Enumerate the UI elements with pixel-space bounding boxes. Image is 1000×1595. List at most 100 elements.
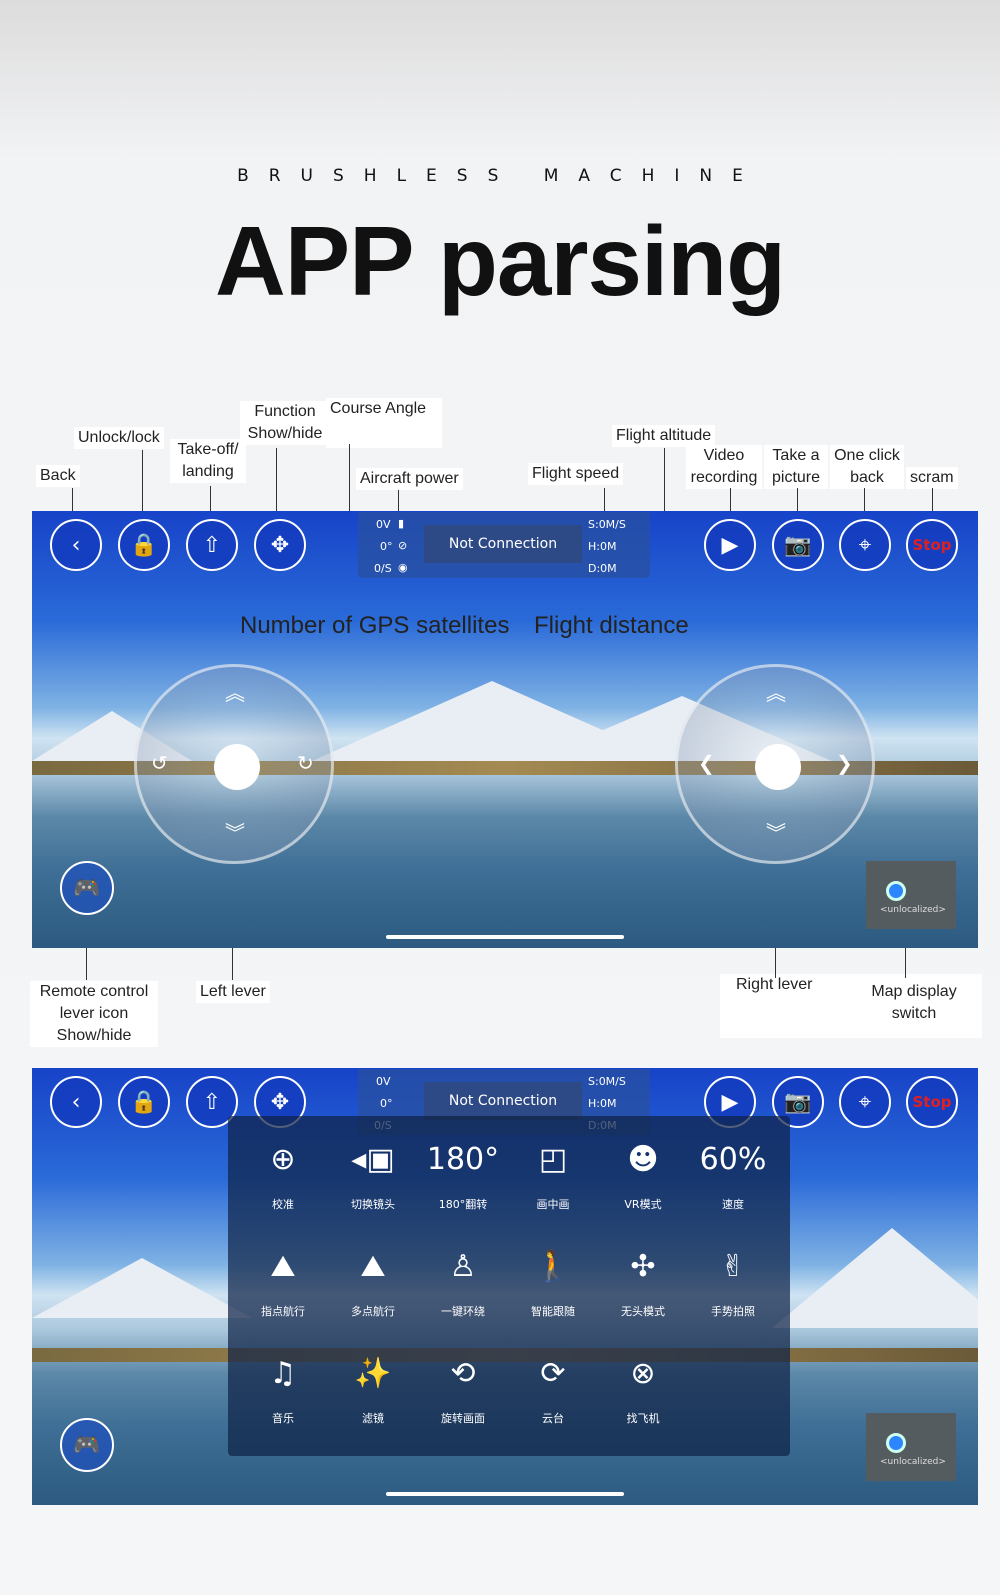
joystick-knob[interactable] — [214, 744, 260, 790]
rotate-screen-icon: ⟲ — [450, 1356, 476, 1391]
filter-icon: ✨ — [354, 1356, 392, 1391]
joystick-knob[interactable] — [755, 744, 801, 790]
speed-value: S:0M/S — [588, 518, 626, 531]
label-oneclick: One click back — [830, 445, 904, 489]
menu-item-waypoint[interactable]: ⛰ 指点航行 — [238, 1245, 328, 1319]
menu-item-label: 音乐 — [272, 1412, 294, 1425]
left-joystick[interactable]: ︽ ↺ ↻ ︾ — [134, 664, 334, 864]
takeoff-landing-button[interactable]: ⇧ — [186, 519, 238, 571]
menu-item-gesture[interactable]: ✌ 手势拍照 — [688, 1245, 778, 1319]
lock-button[interactable]: 🔒 — [118, 519, 170, 571]
rotate-left-icon: ↺ — [151, 751, 168, 775]
remote-lever-toggle-button[interactable]: 🎮 — [60, 861, 114, 915]
lock-icon: 🔒 — [130, 532, 158, 558]
subtitle: BRUSHLESS MACHINE — [237, 166, 763, 186]
distance-value: D:0M — [588, 562, 617, 575]
function-toggle-button[interactable]: ✥ — [254, 519, 306, 571]
menu-item-label: 180°翻转 — [438, 1198, 488, 1211]
menu-item-vr-mode[interactable]: ☻ VR模式 — [598, 1138, 688, 1212]
gamepad-icon: 🎮 — [73, 1432, 101, 1458]
menu-item-flip-180[interactable]: 180° 180°翻转 — [418, 1138, 508, 1212]
label-back: Back — [36, 465, 80, 487]
return-home-button[interactable]: ⌖ — [839, 519, 891, 571]
remote-lever-toggle-button[interactable]: 🎮 — [60, 1418, 114, 1472]
mountain — [32, 1258, 252, 1318]
video-camera-icon: ▶ — [721, 1089, 739, 1115]
app-screen-menu: ‹ 🔒 ⇧ ✥ 0V 0° 0/S Not Connection S:0M/S … — [32, 1068, 978, 1505]
back-button[interactable]: ‹ — [50, 519, 102, 571]
chevron-down-icon: ︾ — [225, 821, 245, 845]
label-distance: Flight distance — [534, 612, 689, 639]
connection-status: Not Connection — [424, 1082, 582, 1120]
app-screen-main: ‹ 🔒 ⇧ ✥ 0V ▮ 0° ⊘ 0/S ◉ Not Connection S:0M… — [32, 511, 978, 948]
menu-item-headless[interactable]: ✣ 无头模式 — [598, 1245, 688, 1319]
menu-item-label: 滤镜 — [362, 1412, 384, 1425]
lock-button[interactable]: 🔒 — [118, 1076, 170, 1128]
map-display-switch[interactable]: <unlocalized> — [866, 1413, 956, 1481]
menu-item-rotate-screen[interactable]: ⟲ 旋转画面 — [418, 1352, 508, 1426]
headless-icon: ✣ — [630, 1249, 656, 1284]
chevron-right-icon: ❯ — [836, 751, 853, 775]
label-left-lever: Left lever — [196, 981, 270, 1003]
height-value: H:0M — [588, 540, 617, 553]
emergency-stop-button[interactable]: Stop — [906, 519, 958, 571]
chevron-up-icon: ︽ — [766, 681, 786, 705]
menu-item-orbit[interactable]: ♙ 一键环绕 — [418, 1245, 508, 1319]
menu-item-label: 速度 — [722, 1198, 744, 1211]
chevron-up-icon: ︽ — [225, 681, 245, 705]
menu-item-find-drone[interactable]: ⊗ 找飞机 — [598, 1352, 688, 1426]
menu-item-label: 手势拍照 — [711, 1305, 755, 1318]
battery-icon: ▮ — [398, 517, 405, 530]
menu-item-switch-camera[interactable]: ◂▣ 切换镜头 — [328, 1138, 418, 1212]
menu-item-label: 画中画 — [536, 1198, 570, 1211]
label-function: Function Show/hide — [240, 401, 330, 445]
picture-in-picture-icon: ◰ — [538, 1142, 568, 1177]
label-picture: Take a picture — [764, 445, 828, 489]
menu-item-follow[interactable]: 🚶 智能跟随 — [508, 1245, 598, 1319]
calibrate-icon: ⊕ — [270, 1142, 296, 1177]
satellite-icon: ◉ — [398, 561, 408, 574]
back-button[interactable]: ‹ — [50, 1076, 102, 1128]
menu-item-multi-waypoint[interactable]: ⛰ 多点航行 — [328, 1245, 418, 1319]
takeoff-icon: ⇧ — [202, 532, 222, 558]
home-indicator — [386, 1492, 624, 1496]
waypoint-icon: ⛰ — [270, 1249, 296, 1284]
menu-item-label: 一键环绕 — [441, 1305, 485, 1318]
multi-waypoint-icon: ⛰ — [360, 1249, 386, 1284]
location-dot-icon — [886, 1433, 906, 1453]
label-remote: Remote control lever icon Show/hide — [30, 981, 158, 1047]
label-gps: Number of GPS satellites — [240, 612, 510, 639]
function-menu: ⊕ 校准 ◂▣ 切换镜头 180° 180°翻转 ◰ 画中画 ☻ VR模式 60% 速度 ⛰ 指点航行 ⛰ 多… — [228, 1116, 790, 1456]
menu-item-filter[interactable]: ✨ 滤镜 — [328, 1352, 418, 1426]
home-pin-icon: ⌖ — [858, 1089, 872, 1115]
menu-item-picture-in-picture[interactable]: ◰ 画中画 — [508, 1138, 598, 1212]
mountain — [772, 1228, 978, 1328]
vr-mode-icon: ☻ — [627, 1142, 659, 1177]
menu-item-music[interactable]: ♫ 音乐 — [238, 1352, 328, 1426]
page-title: APP parsing — [215, 206, 786, 316]
right-joystick[interactable]: ︽ ❮ ❯ ︾ — [675, 664, 875, 864]
power-value: 0V — [376, 1075, 391, 1088]
menu-item-calibrate[interactable]: ⊕ 校准 — [238, 1138, 328, 1212]
stop-label: Stop — [912, 536, 952, 554]
compass-icon: ⊘ — [398, 539, 408, 552]
map-display-switch[interactable]: <unlocalized> — [866, 861, 956, 929]
menu-item-label: 智能跟随 — [531, 1305, 575, 1318]
emergency-stop-button[interactable]: Stop — [906, 1076, 958, 1128]
return-home-button[interactable]: ⌖ — [839, 1076, 891, 1128]
telemetry-panel: 0V ▮ 0° ⊘ 0/S ◉ Not Connection S:0M/S H:0M … — [358, 512, 650, 578]
label-power: Aircraft power — [356, 468, 463, 490]
take-photo-button[interactable]: 📷 — [772, 519, 824, 571]
menu-item-speed[interactable]: 60% 速度 — [688, 1138, 778, 1212]
location-dot-icon — [886, 881, 906, 901]
menu-item-gimbal[interactable]: ⟳ 云台 — [508, 1352, 598, 1426]
video-record-button[interactable]: ▶ — [704, 519, 756, 571]
menu-item-label: 多点航行 — [351, 1305, 395, 1318]
find-drone-icon: ⊗ — [630, 1356, 656, 1391]
music-icon: ♫ — [269, 1356, 297, 1391]
menu-item-label: 旋转画面 — [441, 1412, 485, 1425]
label-unlock: Unlock/lock — [74, 427, 164, 449]
label-speed: Flight speed — [528, 463, 624, 485]
gesture-icon: ✌ — [720, 1249, 746, 1284]
drone-icon: ✥ — [270, 532, 290, 558]
